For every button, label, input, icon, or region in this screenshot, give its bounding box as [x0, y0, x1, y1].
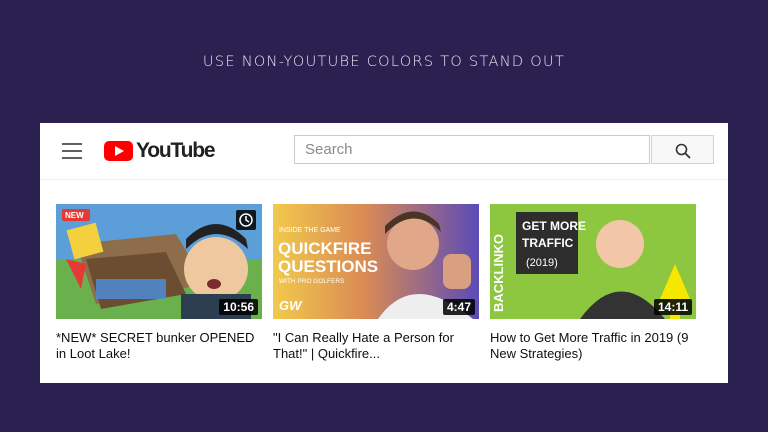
video-title[interactable]: How to Get More Traffic in 2019 (9 New S… — [490, 330, 696, 362]
video-card-3[interactable]: BACKLINKO GET MORE TRAFFIC (2019) 14:11 … — [490, 204, 697, 362]
video-thumbnail-1[interactable]: NEW 10:56 — [56, 204, 262, 319]
thumb-line-1: GET MORE — [522, 219, 586, 233]
video-thumbnail-2[interactable]: INSIDE THE GAME QUICKFIRE QUESTIONS WITH… — [273, 204, 479, 319]
search-button[interactable] — [651, 135, 714, 164]
thumb-line-3: (2019) — [526, 257, 558, 269]
video-card-2[interactable]: INSIDE THE GAME QUICKFIRE QUESTIONS WITH… — [273, 204, 480, 362]
video-duration: 4:47 — [442, 299, 475, 315]
video-title[interactable]: "I Can Really Hate a Person for That!" |… — [273, 330, 479, 362]
thumb-sub: WITH PRO GOLFERS — [279, 278, 345, 285]
youtube-logo[interactable]: YouTube — [104, 139, 216, 162]
video-card-1[interactable]: NEW 10:56 *NEW* SECRET bunker OPENED in … — [56, 204, 263, 362]
search-icon — [675, 143, 691, 159]
video-duration: 14:11 — [653, 299, 692, 315]
search-input[interactable] — [295, 136, 649, 163]
hamburger-menu-icon[interactable] — [62, 143, 82, 159]
youtube-header: YouTube — [40, 123, 728, 180]
search-box — [294, 135, 650, 164]
play-logo-icon — [104, 141, 133, 161]
logo-text: YouTube — [136, 139, 216, 162]
thumb-line-2: TRAFFIC — [522, 236, 574, 250]
slide-headline: USE NON-YOUTUBE COLORS TO STAND OUT — [202, 54, 566, 70]
video-title[interactable]: *NEW* SECRET bunker OPENED in Loot Lake! — [56, 330, 262, 362]
watch-later-icon[interactable] — [236, 210, 256, 230]
thumb-kicker: INSIDE THE GAME — [279, 227, 341, 234]
new-badge-text: NEW — [65, 211, 84, 220]
video-thumbnail-3[interactable]: BACKLINKO GET MORE TRAFFIC (2019) 14:11 — [490, 204, 696, 319]
thumb-logo: GW — [279, 298, 303, 313]
youtube-window: YouTube NEW — [40, 123, 728, 383]
video-duration: 10:56 — [219, 299, 258, 315]
thumb-line-2: QUESTIONS — [278, 257, 378, 276]
thumb-side-text: BACKLINKO — [491, 234, 506, 312]
thumb-line-1: QUICKFIRE — [278, 239, 372, 258]
